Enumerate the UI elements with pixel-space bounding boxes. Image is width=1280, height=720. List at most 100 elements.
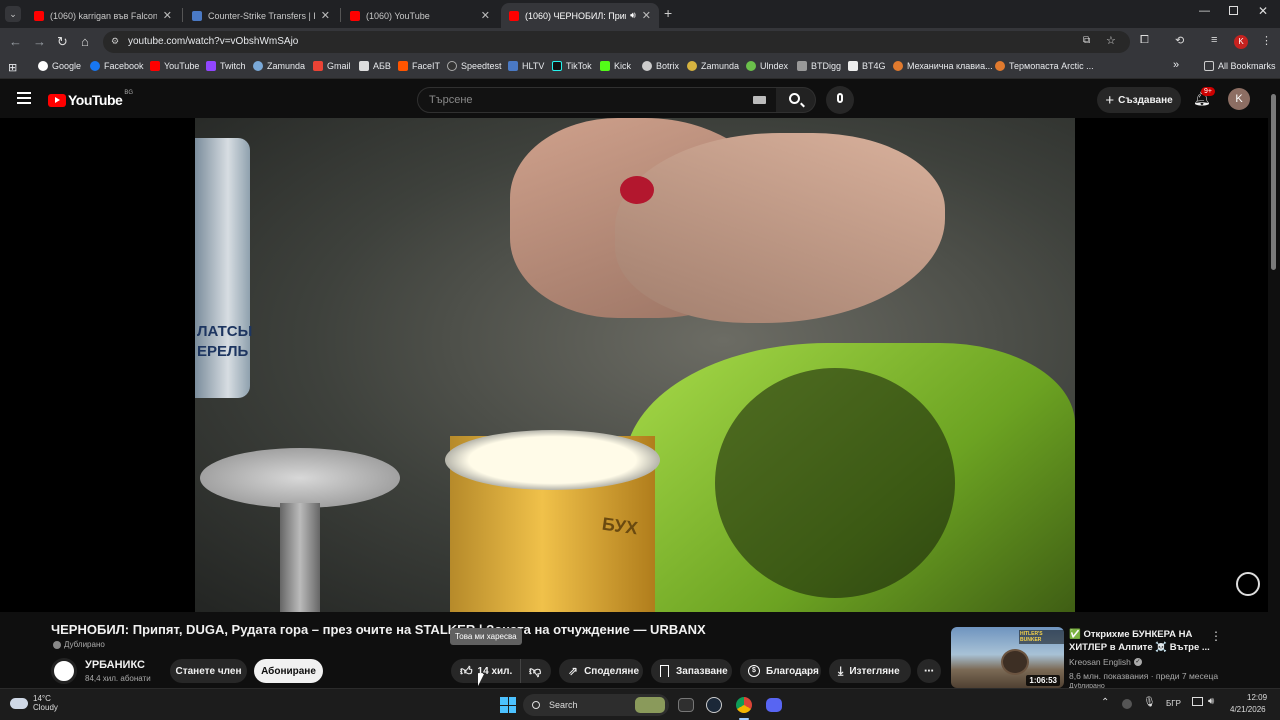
- media-controls-icon[interactable]: ≡: [1211, 34, 1217, 46]
- bookmark-thermal-paste[interactable]: Термопаста Arctic ...: [995, 61, 1094, 71]
- recommended-title-line-1[interactable]: ✅ Открихме БУНКЕРА НА: [1069, 629, 1192, 640]
- youtube-logo[interactable]: YouTube BG: [48, 90, 133, 108]
- create-button[interactable]: + Създаване: [1097, 87, 1181, 113]
- close-window-button[interactable]: ✕: [1258, 4, 1268, 18]
- back-icon[interactable]: ←: [9, 34, 22, 49]
- profile-avatar[interactable]: K: [1234, 35, 1248, 49]
- browser-tab-1[interactable]: (1060) karrigan във Falcons?! | ✕: [26, 3, 180, 28]
- video-frame[interactable]: ЛАТСЫ ЕРЕЛЬ БУХ: [195, 118, 1075, 612]
- download-button[interactable]: ⤓ Изтегляне: [829, 659, 911, 683]
- discord-icon[interactable]: [766, 698, 782, 712]
- more-bookmarks-icon[interactable]: »: [1173, 59, 1179, 71]
- join-label: Станете член: [175, 665, 242, 677]
- bookmark-ulndex[interactable]: Ulndex: [746, 61, 788, 71]
- new-tab-button[interactable]: +: [664, 5, 672, 21]
- plus-icon: +: [1105, 91, 1115, 109]
- dubbed-badge: Дублирано: [53, 640, 105, 649]
- bookmark-youtube[interactable]: YouTube: [150, 61, 199, 71]
- address-bar[interactable]: ⚙ youtube.com/watch?v=vObshWmSAjo ⧉ ☆: [103, 31, 1130, 53]
- hamburger-menu-icon[interactable]: [17, 92, 31, 104]
- taskbar-search-box[interactable]: Search: [523, 694, 669, 716]
- show-hidden-icons[interactable]: ⌃: [1101, 697, 1109, 708]
- extensions-icon[interactable]: ⧠: [1140, 34, 1149, 47]
- bookmark-zamunda[interactable]: Zamunda: [253, 61, 305, 71]
- search-input[interactable]: Търсене: [417, 87, 777, 113]
- bookmark-facebook[interactable]: Facebook: [90, 61, 144, 71]
- bookmark-twitch[interactable]: Twitch: [206, 61, 246, 71]
- subscribe-button[interactable]: Абониране: [254, 659, 323, 683]
- restore-button[interactable]: [1229, 6, 1238, 15]
- bookmark-abv[interactable]: АБВ: [359, 61, 391, 71]
- url-text: youtube.com/watch?v=vObshWmSAjo: [128, 36, 299, 47]
- bookmark-keyboard[interactable]: Механична клавиа...: [893, 61, 993, 71]
- recommended-menu-icon[interactable]: ⋮: [1210, 629, 1222, 643]
- channel-avatar[interactable]: [51, 658, 77, 684]
- recommended-title-line-2[interactable]: ХИТЛЕР в Алпите ☠️ Вътре ...: [1069, 642, 1210, 653]
- close-tab-icon[interactable]: ✕: [481, 9, 490, 22]
- bookmark-botrix[interactable]: Botrix: [642, 61, 679, 71]
- minimize-button[interactable]: —: [1199, 5, 1210, 17]
- recommended-channel[interactable]: Kreosan English ✓: [1069, 657, 1142, 667]
- bookmark-faceit[interactable]: FaceIT: [398, 61, 440, 71]
- join-button[interactable]: Станете член: [170, 659, 247, 683]
- chrome-menu-icon[interactable]: ⋮: [1261, 34, 1272, 47]
- bookmark-zamunda-2[interactable]: Zamunda: [687, 61, 739, 71]
- browser-tab-2[interactable]: Counter-Strike Transfers | HLTV ✕: [184, 3, 338, 28]
- close-tab-icon[interactable]: ✕: [163, 9, 172, 22]
- channel-watermark-icon[interactable]: [1236, 572, 1260, 596]
- page-scrollbar[interactable]: [1271, 94, 1276, 270]
- network-icon[interactable]: [1192, 697, 1203, 706]
- home-icon[interactable]: ⌂: [81, 34, 89, 49]
- bookmark-hltv[interactable]: HLTV: [508, 61, 544, 71]
- steam-icon[interactable]: [706, 697, 722, 713]
- btdigg-icon: [797, 61, 807, 71]
- bookmark-tiktok[interactable]: TikTok: [552, 61, 592, 71]
- voice-search-button[interactable]: [826, 86, 854, 114]
- browser-tab-4-active[interactable]: (1060) ЧЕРНОБИЛ: Припя 🔊︎ ✕: [501, 3, 659, 28]
- bookmark-google[interactable]: Google: [38, 61, 81, 71]
- bookmark-star-icon[interactable]: ☆: [1106, 34, 1116, 47]
- site-info-icon[interactable]: ⚙: [111, 36, 119, 47]
- browser-tab-3[interactable]: (1060) YouTube ✕: [342, 3, 498, 28]
- notifications-button[interactable]: 🔔︎ 9+: [1193, 87, 1215, 108]
- close-tab-icon[interactable]: ✕: [642, 9, 651, 22]
- clock-date[interactable]: 4/21/2026: [1230, 705, 1266, 714]
- keyboard-icon[interactable]: [753, 96, 766, 104]
- tiktok-icon: [552, 61, 562, 71]
- bookmark-speedtest[interactable]: Speedtest: [447, 61, 502, 71]
- bookmark-btdigg[interactable]: BTDigg: [797, 61, 841, 71]
- file-explorer-icon[interactable]: [678, 698, 694, 712]
- install-app-icon[interactable]: ⧉: [1083, 35, 1090, 46]
- bookmark-gmail[interactable]: Gmail: [313, 61, 351, 71]
- close-tab-icon[interactable]: ✕: [321, 9, 330, 22]
- like-button[interactable]: 👍︎ 14 хил.: [451, 659, 521, 683]
- google-icon: [38, 61, 48, 71]
- microphone-tray-icon[interactable]: 🎙︎: [1143, 697, 1156, 708]
- keyboard-language[interactable]: БГР: [1166, 699, 1181, 708]
- windows-start-icon[interactable]: [498, 695, 518, 715]
- tray-app-icon[interactable]: [1122, 699, 1132, 709]
- more-actions-button[interactable]: ⋯: [917, 659, 941, 683]
- chrome-icon[interactable]: [736, 697, 752, 713]
- channel-name[interactable]: УРБАНИКС: [85, 659, 145, 671]
- forward-icon[interactable]: →: [33, 34, 46, 49]
- reload-icon[interactable]: ↻: [57, 34, 68, 50]
- tab-search-button[interactable]: ⌄: [5, 6, 21, 22]
- weather-widget[interactable]: 14°C Cloudy: [10, 694, 58, 712]
- history-icon[interactable]: ⟲: [1175, 34, 1184, 47]
- recommended-video-thumbnail[interactable]: HITLER'S BUNKER 1:06:53: [951, 627, 1064, 688]
- bookmark-kick[interactable]: Kick: [600, 61, 631, 71]
- dislike-button[interactable]: 👎︎: [521, 664, 541, 679]
- video-player[interactable]: ЛАТСЫ ЕРЕЛЬ БУХ: [0, 118, 1268, 612]
- speaker-icon[interactable]: 🔊︎: [630, 10, 636, 21]
- thanks-button[interactable]: $ Благодаря: [740, 659, 821, 683]
- volume-icon[interactable]: 🔊︎: [1208, 696, 1214, 707]
- account-avatar[interactable]: K: [1228, 88, 1250, 110]
- all-bookmarks[interactable]: All Bookmarks: [1204, 61, 1276, 71]
- search-button[interactable]: [776, 87, 816, 113]
- clock-time[interactable]: 12:09: [1247, 693, 1267, 702]
- bookmark-bt4g[interactable]: BT4G: [848, 61, 886, 71]
- save-button[interactable]: Запазване: [651, 659, 732, 683]
- apps-grid-icon[interactable]: ⊞: [8, 61, 17, 74]
- share-button[interactable]: ⇗ Споделяне: [559, 659, 643, 683]
